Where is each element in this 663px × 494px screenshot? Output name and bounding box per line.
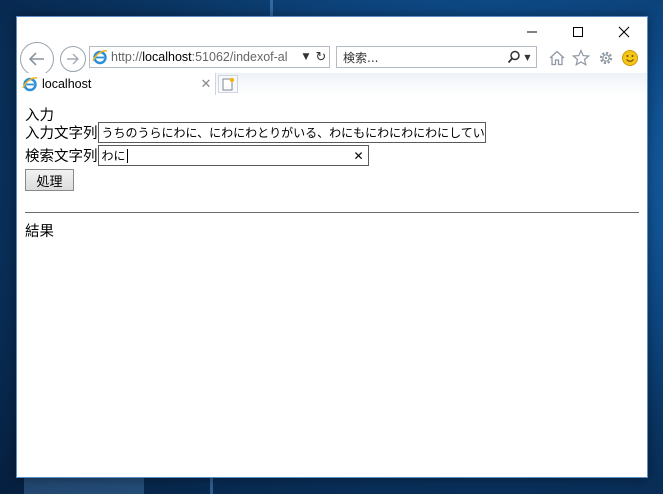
- address-bar[interactable]: http://localhost:51062/indexof-al ▼ ↻: [89, 46, 330, 68]
- tab-close-icon[interactable]: ✕: [197, 76, 215, 92]
- search-string-row: 検索文字列 わに ✕: [25, 145, 369, 166]
- result-heading: 結果: [25, 224, 54, 240]
- forward-button[interactable]: [60, 46, 86, 72]
- magnifier-glyph: [508, 50, 521, 64]
- forward-arrow-icon: [67, 53, 79, 65]
- star-icon[interactable]: [571, 48, 591, 68]
- refresh-icon[interactable]: ↻: [313, 50, 329, 65]
- search-icon[interactable]: ▼: [502, 50, 536, 64]
- tab-bar: localhost ✕: [17, 73, 647, 95]
- url-host: localhost: [142, 50, 192, 64]
- input-string-row: 入力文字列 うちのうらにわに、にわにわとりがいる、わにもにわにわにわにしている: [25, 122, 486, 143]
- text-caret: [126, 148, 128, 163]
- clear-field-icon[interactable]: ✕: [350, 149, 368, 163]
- address-dropdown-icon[interactable]: ▼: [299, 52, 313, 62]
- star-glyph: [572, 49, 590, 67]
- result-heading-row: 結果: [25, 220, 54, 241]
- new-tab-icon: [222, 77, 235, 91]
- desktop-light-ray: [270, 0, 273, 16]
- process-button[interactable]: 処理: [25, 169, 74, 191]
- url-scheme: http://: [111, 50, 143, 64]
- browser-window: http://localhost:51062/indexof-al ▼ ↻ 検索…: [16, 16, 648, 478]
- home-icon[interactable]: [547, 48, 567, 68]
- process-row: 処理: [25, 169, 74, 191]
- url-path: :51062/indexof-al: [191, 50, 288, 64]
- ie-logo-icon: [92, 50, 108, 65]
- home-glyph: [549, 50, 565, 66]
- ie-logo-icon: [22, 77, 38, 92]
- back-button[interactable]: [20, 42, 54, 76]
- desktop-light-ray: [24, 478, 144, 494]
- search-string-label: 検索文字列: [25, 149, 98, 165]
- smiley-glyph: [622, 50, 638, 66]
- search-placeholder: 検索...: [343, 50, 379, 65]
- desktop-light-ray: [210, 478, 213, 494]
- divider: [25, 212, 639, 213]
- navigation-bar: http://localhost:51062/indexof-al ▼ ↻ 検索…: [17, 41, 647, 77]
- search-dropdown-icon: ▼: [524, 52, 531, 62]
- minimize-icon: [527, 31, 537, 33]
- tab-localhost[interactable]: localhost ✕: [17, 73, 216, 95]
- gear-icon[interactable]: [596, 48, 616, 68]
- gear-glyph: [599, 51, 613, 65]
- close-icon: [618, 26, 630, 38]
- input-string-label: 入力文字列: [25, 126, 98, 142]
- search-box[interactable]: 検索... ▼: [336, 46, 537, 68]
- smiley-icon[interactable]: [620, 48, 640, 68]
- search-string-field[interactable]: わに ✕: [97, 145, 369, 166]
- input-string-field[interactable]: うちのうらにわに、にわにわとりがいる、わにもにわにわにわにしている: [97, 122, 486, 143]
- back-arrow-icon: [28, 52, 44, 66]
- new-tab-button[interactable]: [218, 75, 238, 93]
- address-url: http://localhost:51062/indexof-al: [111, 50, 299, 64]
- maximize-icon: [573, 27, 583, 37]
- tab-title: localhost: [42, 77, 92, 91]
- search-string-value: わに: [101, 149, 126, 163]
- input-string-value: うちのうらにわに、にわにわとりがいる、わにもにわにわにわにしている: [101, 126, 486, 140]
